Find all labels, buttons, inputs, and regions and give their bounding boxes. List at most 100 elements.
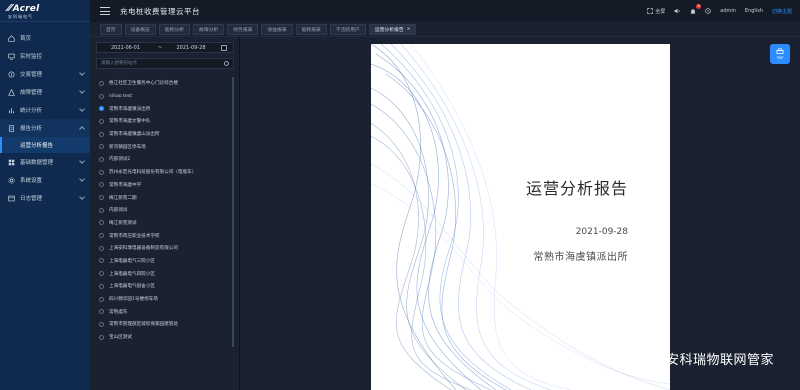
sidebar: ⁄⁄ Acrel 安科瑞电气 首页 实时监控 交易管理 故障管理 统计分析 报告… (0, 0, 90, 390)
report-title: 运营分析报告 (525, 179, 628, 198)
radio-button[interactable] (99, 80, 104, 86)
end-date[interactable]: 2021-09-28 (166, 45, 216, 51)
tab-operation-report[interactable]: 运营分析报告 × (368, 23, 417, 35)
date-range-picker[interactable]: 2021-06-01 ~ 2021-09-28 (96, 42, 234, 53)
list-item[interactable]: 常熟市荷庄职业技术学校 (96, 229, 234, 242)
radio-button[interactable] (99, 156, 104, 162)
radio-button[interactable] (99, 321, 104, 327)
close-icon[interactable]: × (407, 27, 411, 32)
list-item[interactable]: 常熟市海虞中学 (96, 179, 234, 192)
radio-button[interactable] (99, 283, 104, 289)
tab-revenue-report[interactable]: 收益报表 (261, 23, 293, 35)
radio-button[interactable] (99, 93, 104, 99)
notification-badge: 9 (696, 3, 702, 9)
fullscreen-button[interactable]: 全屏 (647, 8, 665, 15)
search-icon[interactable] (224, 61, 229, 66)
sidebar-item-report[interactable]: 报告分析 (0, 119, 90, 137)
tab-home[interactable]: 首页 (100, 23, 122, 35)
sidebar-item-log[interactable]: 日志管理 (0, 189, 90, 207)
radio-button-selected[interactable] (99, 106, 104, 112)
export-pdf-button[interactable]: PDF (770, 44, 790, 64)
settings-icon (8, 176, 15, 184)
list-item[interactable]: 新沟镇园区停车场 (96, 140, 234, 153)
list-item[interactable]: 苏州永宏光电科技股份有限公司（电瓶车） (96, 166, 234, 179)
language-english-link[interactable]: English (745, 8, 763, 14)
sidebar-item-stats[interactable]: 统计分析 (0, 101, 90, 119)
sidebar-item-label: 日志管理 (20, 196, 43, 202)
sidebar-item-transaction[interactable]: 交易管理 (0, 65, 90, 83)
radio-button[interactable] (99, 182, 104, 188)
list-item[interactable]: 上海电器电气宿舍小区 (96, 280, 234, 293)
user-menu[interactable]: admin (720, 8, 736, 14)
log-icon (8, 195, 15, 202)
list-item[interactable]: 上海电器电气四院小区 (96, 267, 234, 280)
home-icon (8, 34, 15, 42)
list-item[interactable]: 上海安科瑞电器设备制造有限公司 (96, 242, 234, 255)
radio-button[interactable] (99, 258, 104, 264)
radio-button[interactable] (99, 118, 104, 124)
radio-button[interactable] (99, 207, 104, 213)
tab-finance-report[interactable]: 财务报表 (227, 23, 259, 35)
sidebar-item-label: 故障管理 (20, 90, 43, 96)
sidebar-item-fault[interactable]: 故障管理 (0, 83, 90, 101)
sidebar-item-label: 报告分析 (20, 126, 43, 132)
report-cover-page: 运营分析报告 2021-09-28 常熟市海虞镇派出所 (371, 44, 670, 390)
radio-button[interactable] (99, 131, 104, 137)
tab-fault-analysis[interactable]: 故障分析 (193, 23, 225, 35)
sidebar-item-home[interactable]: 首页 (0, 29, 90, 47)
list-item[interactable]: 宝山区测试 (96, 331, 234, 344)
list-item[interactable]: 常熟市管理部区域综保家园建管处 (96, 318, 234, 331)
list-item[interactable]: 梅江新苑测试 (96, 217, 234, 230)
clock-icon (705, 8, 711, 14)
tab-energy-report[interactable]: 能耗报表 (295, 23, 327, 35)
radio-button[interactable] (99, 245, 104, 251)
menu-toggle-icon[interactable] (100, 7, 110, 15)
sidebar-subitem-operation-report[interactable]: 运营分析报告 (0, 137, 90, 153)
tab-energy-analysis[interactable]: 能耗分析 (158, 23, 191, 35)
calendar-icon[interactable] (221, 44, 227, 51)
sidebar-item-data[interactable]: 基础数据管理 (0, 153, 90, 171)
radio-button[interactable] (99, 233, 104, 239)
list-item[interactable]: 上海电器电气三院小区 (96, 255, 234, 268)
tab-device-overview[interactable]: 设备概览 (124, 23, 156, 35)
sidebar-item-monitor[interactable]: 实时监控 (0, 47, 90, 65)
radio-button[interactable] (99, 220, 104, 226)
app-title: 充电桩收费管理云平台 (120, 6, 200, 16)
list-item[interactable]: nihao test (96, 90, 234, 103)
start-date[interactable]: 2021-06-01 (97, 45, 154, 51)
sidebar-item-label: 统计分析 (20, 108, 43, 114)
list-item[interactable]: 梅江新苑二期 (96, 191, 234, 204)
notification-button[interactable]: 9 (690, 3, 702, 15)
sidebar-item-label: 实时监控 (20, 54, 43, 60)
list-item[interactable]: 内部测试2 (96, 153, 234, 166)
logo: ⁄⁄ Acrel 安科瑞电气 (0, 0, 90, 22)
radio-button[interactable] (99, 195, 104, 201)
list-item[interactable]: 内部测试 (96, 204, 234, 217)
tab-inactive-users[interactable]: 不活跃用户 (329, 23, 366, 35)
list-item[interactable]: 四川锦华园1号楼停车场 (96, 293, 234, 306)
radio-button[interactable] (99, 309, 104, 315)
list-item[interactable]: 常熟虞东 (96, 305, 234, 318)
radio-button[interactable] (99, 271, 104, 277)
radio-button[interactable] (99, 296, 104, 302)
station-search-input[interactable] (97, 59, 215, 68)
help-button[interactable] (705, 8, 711, 14)
list-item[interactable]: 常熟市海虞文警中队 (96, 115, 234, 128)
switch-theme-link[interactable]: 切换主题 (772, 8, 792, 15)
logo-mark-icon: ⁄⁄ (8, 3, 12, 14)
pdf-icon (776, 48, 784, 54)
list-item[interactable]: 常熟市海虞镇派出所 (96, 102, 234, 115)
fullscreen-icon (647, 8, 653, 14)
sidebar-item-settings[interactable]: 系统设置 (0, 171, 90, 189)
top-bar-actions: 全屏 9 admin English 切换主题 (647, 0, 792, 22)
volume-button[interactable] (674, 8, 681, 14)
chevron-down-icon (79, 176, 85, 182)
logo-text: Acrel (12, 3, 40, 14)
list-item[interactable]: 常熟市海虞镇虞山派出所 (96, 128, 234, 141)
radio-button[interactable] (99, 169, 104, 175)
radio-button[interactable] (99, 334, 104, 340)
pdf-label: PDF (776, 56, 784, 60)
station-list-scrollbar[interactable] (232, 77, 234, 347)
radio-button[interactable] (99, 144, 104, 150)
list-item[interactable]: 梧江社区卫生服务中心门诊综合楼 (96, 77, 234, 90)
